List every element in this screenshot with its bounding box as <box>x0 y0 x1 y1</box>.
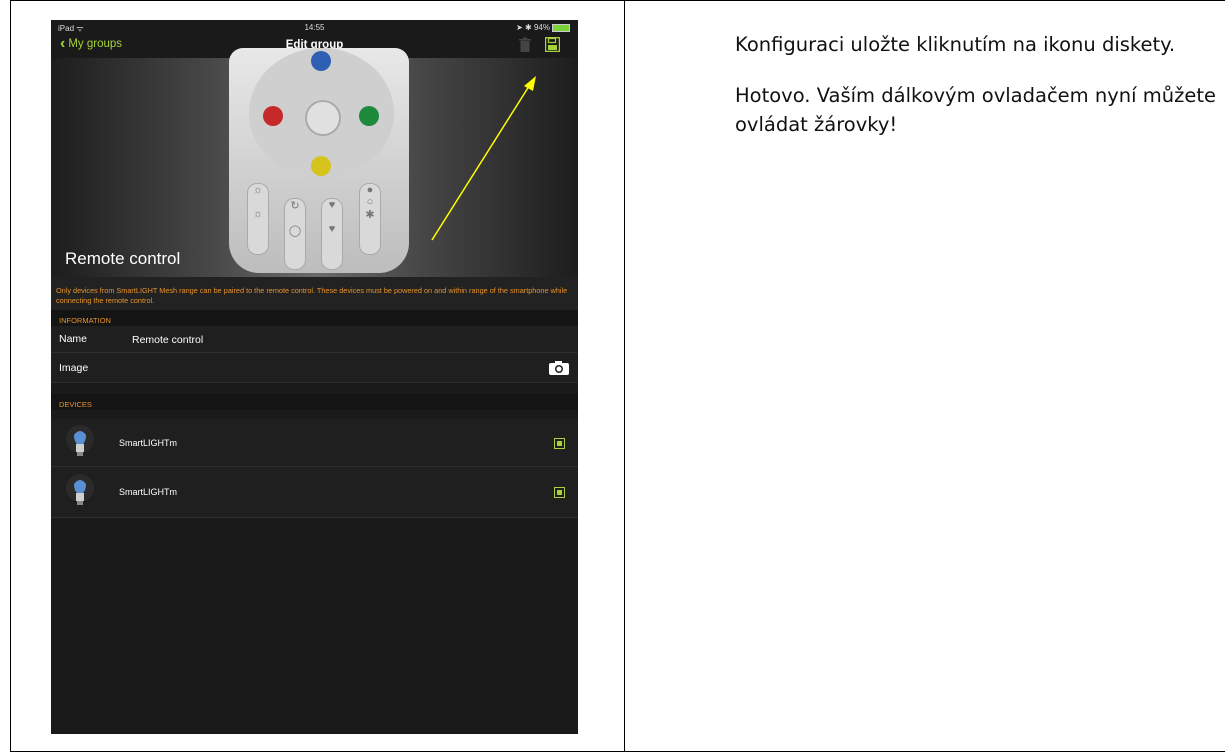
section-header-devices: DEVICES <box>51 394 578 410</box>
ipad-screenshot: iPad ᯤ 14:55 ➤ ✱ 94% ‹ My groups Edit gr… <box>51 20 578 734</box>
instruction-save: Konfiguraci uložte kliknutím na ikonu di… <box>735 33 1176 56</box>
status-time: 14:55 <box>304 23 325 32</box>
name-label: Name <box>59 333 88 345</box>
section-header-information: INFORMATION <box>51 310 578 326</box>
device-checkbox[interactable] <box>554 487 565 498</box>
hero-image: ☼ ☼ ↻ ◯ ♥ ♥ ● ○ ✱ Remote control <box>51 48 578 277</box>
green-button <box>359 106 379 126</box>
brightness-button: ☼ ☼ <box>247 183 269 255</box>
device-name: SmartLIGHTm <box>119 487 178 497</box>
bulb-icon <box>66 425 94 456</box>
remote-control-image: ☼ ☼ ↻ ◯ ♥ ♥ ● ○ ✱ <box>229 48 409 273</box>
blue-button <box>311 51 331 71</box>
device-row[interactable]: SmartLIGHTm <box>51 419 578 467</box>
status-indicators: ➤ ✱ 94% <box>516 23 550 32</box>
center-button <box>305 100 341 136</box>
favorite-button: ♥ ♥ <box>321 198 343 270</box>
status-right: ➤ ✱ 94% <box>516 23 570 32</box>
remote-dpad <box>249 48 394 178</box>
floppy-disk-icon[interactable] <box>545 37 560 52</box>
device-name: SmartLIGHTm <box>119 438 178 448</box>
mode-button: ↻ ◯ <box>284 198 306 270</box>
bulb-icon <box>66 474 94 505</box>
image-row[interactable]: Image <box>51 353 578 383</box>
trash-icon[interactable] <box>518 37 532 53</box>
empty-area <box>51 518 578 734</box>
red-button <box>263 106 283 126</box>
table-divider <box>624 0 625 752</box>
warmth-button: ● ○ ✱ <box>359 183 381 255</box>
hero-label: Remote control <box>65 249 181 268</box>
status-bar: iPad ᯤ 14:55 ➤ ✱ 94% <box>51 20 578 34</box>
battery-icon <box>552 23 570 32</box>
image-label: Image <box>59 362 89 374</box>
camera-icon[interactable] <box>548 360 570 376</box>
instructions-column: Konfiguraci uložte kliknutím na ikonu di… <box>735 30 1225 161</box>
name-row[interactable]: Name Remote control <box>51 326 578 353</box>
instruction-done: Hotovo. Vaším dálkovým ovladačem nyní mů… <box>735 84 1216 136</box>
name-field[interactable]: Remote control <box>132 334 203 346</box>
device-row[interactable]: SmartLIGHTm <box>51 467 578 518</box>
yellow-button <box>311 156 331 176</box>
device-checkbox[interactable] <box>554 438 565 449</box>
warning-text: Only devices from SmartLIGHT Mesh range … <box>51 277 578 310</box>
